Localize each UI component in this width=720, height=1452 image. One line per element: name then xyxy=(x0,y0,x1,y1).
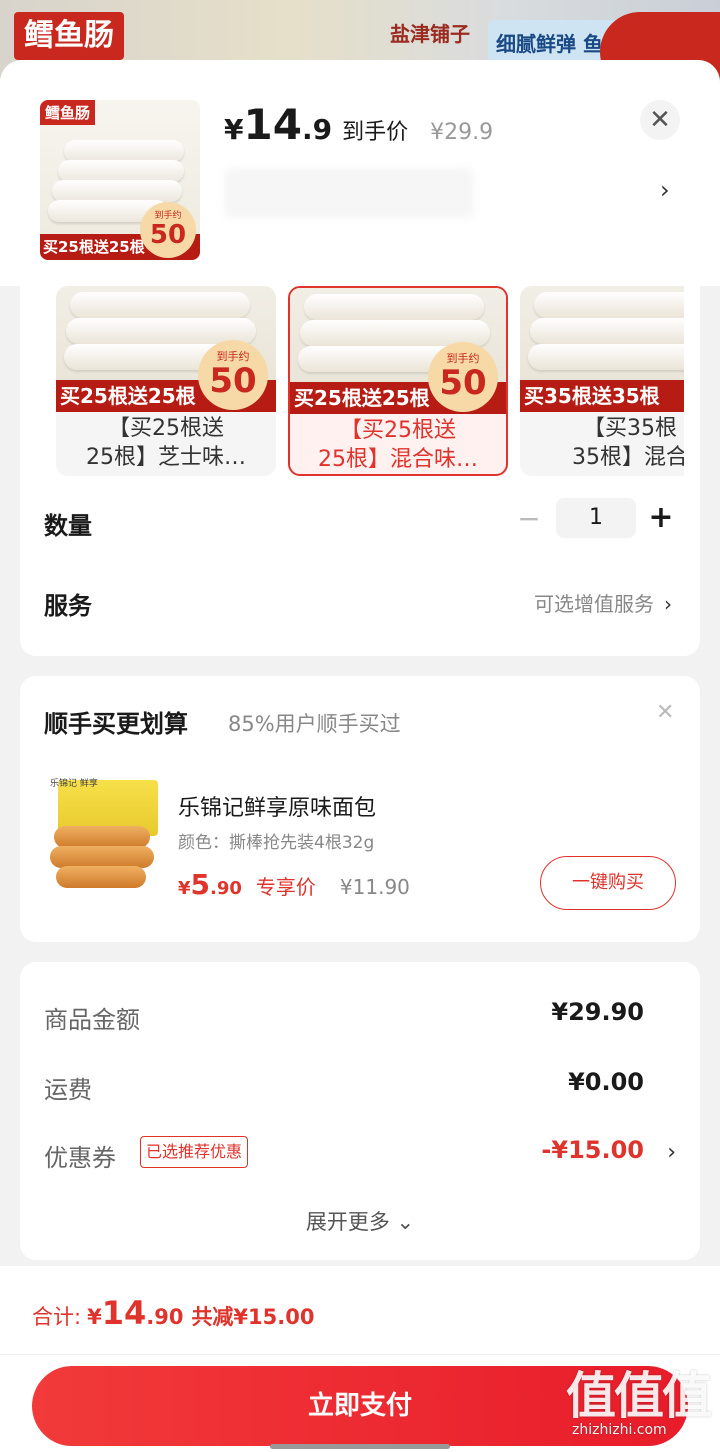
quantity-plus-button[interactable]: + xyxy=(646,500,676,536)
watermark-logo: 值值值 xyxy=(566,1367,712,1425)
sku-option-image: 买35根送35根 xyxy=(520,286,684,412)
divider xyxy=(0,1354,720,1355)
service-selector[interactable]: 可选增值服务 › xyxy=(534,588,672,617)
sku-price-circle: 到手约 50 xyxy=(198,340,268,410)
quantity-label: 数量 xyxy=(44,512,92,540)
sku-option[interactable]: 买35根送35根 【买35根 35根】混合 xyxy=(520,286,684,476)
sku-promo: 买35根送35根 xyxy=(520,380,684,412)
quantity-input[interactable]: 1 xyxy=(556,498,636,538)
purchase-sheet: 鳕鱼肠 买25根送25根 到手约 50 ¥ 14 .9 到手价 ¥29.9 ✕ … xyxy=(0,60,720,1452)
addon-card: 顺手买更划算 85%用户顺手买过 ✕ 乐锦记 鲜享 乐锦记鲜享原味面包 颜色：撕… xyxy=(20,676,700,942)
background-brand-label: 鳕鱼肠 xyxy=(14,12,124,60)
summary-value: ¥0.00 xyxy=(568,1068,644,1096)
sku-option-name: 【买25根送 25根】芝士味… xyxy=(86,416,246,470)
summary-row-shipping: 运费 ¥0.00 xyxy=(44,1066,676,1106)
addon-product-name[interactable]: 乐锦记鲜享原味面包 xyxy=(178,790,376,822)
sku-option-list[interactable]: 买25根送25根 到手约 50 【买25根送 25根】芝士味… 买25根送25根… xyxy=(56,286,684,486)
addon-price-tag: 专享价 xyxy=(255,875,316,899)
thumbnail-circle-value: 50 xyxy=(149,220,187,250)
total-line: 合计: ¥ 14 .90 共减¥15.00 xyxy=(32,1294,314,1332)
summary-value: ¥29.90 xyxy=(551,998,644,1026)
summary-label: 商品金额 xyxy=(44,1006,140,1034)
watermark: 值值值 zhizhizhi.com xyxy=(566,1370,716,1446)
blurred-product-name xyxy=(224,168,474,218)
total-label: 合计: xyxy=(32,1305,82,1329)
total-savings: 共减¥15.00 xyxy=(191,1305,315,1329)
thumbnail-brand: 鳕鱼肠 xyxy=(40,100,96,125)
sheet-header: 鳕鱼肠 买25根送25根 到手约 50 ¥ 14 .9 到手价 ¥29.9 ✕ … xyxy=(0,60,720,286)
addon-original-price: ¥11.90 xyxy=(339,875,410,899)
sku-circle-value: 50 xyxy=(209,361,257,401)
addon-subtitle: 85%用户顺手买过 xyxy=(228,712,401,736)
price-label: 到手价 xyxy=(342,120,409,145)
sku-option[interactable]: 买25根送25根 到手约 50 【买25根送 25根】芝士味… xyxy=(56,286,276,476)
chevron-right-icon: › xyxy=(664,592,672,616)
sku-option-image: 买25根送25根 到手约 50 xyxy=(290,288,506,414)
chevron-right-icon[interactable]: › xyxy=(660,176,670,204)
price-line: ¥ 14 .9 到手价 ¥29.9 xyxy=(224,100,493,150)
summary-value: -¥15.00 xyxy=(541,1136,644,1164)
background-logo: 盐津铺子 xyxy=(390,22,470,46)
service-value: 可选增值服务 xyxy=(534,592,654,616)
sku-circle-value: 50 xyxy=(439,363,487,403)
chevron-right-icon: › xyxy=(667,1140,676,1165)
sku-option-name: 【买35根 35根】混合 xyxy=(572,416,684,470)
one-click-buy-button[interactable]: 一键购买 xyxy=(540,856,676,910)
service-label: 服务 xyxy=(44,592,92,620)
order-summary-card: 商品金额 ¥29.90 运费 ¥0.00 优惠券 已选推荐优惠 -¥15.00 … xyxy=(20,962,700,1260)
addon-image-logo: 乐锦记 鲜享 xyxy=(50,779,98,789)
total-currency: ¥ xyxy=(87,1305,102,1329)
summary-label: 优惠券 xyxy=(44,1144,116,1172)
addon-product-spec: 颜色：撕棒抢先装4根32g xyxy=(178,833,375,853)
total-integer: 14 xyxy=(101,1294,147,1332)
addon-product-image[interactable]: 乐锦记 鲜享 xyxy=(46,774,162,890)
addon-price-line: ¥ 5 .90 专享价 ¥11.90 xyxy=(178,868,410,901)
quantity-minus-button[interactable]: − xyxy=(514,502,544,536)
close-icon[interactable]: ✕ xyxy=(640,100,680,140)
addon-price-decimal: .90 xyxy=(210,878,242,899)
sku-option-image: 买25根送25根 到手约 50 xyxy=(56,286,276,412)
price-integer: 14 xyxy=(243,100,302,149)
thumbnail-price-circle: 到手约 50 xyxy=(140,202,196,258)
addon-price-currency: ¥ xyxy=(178,878,191,899)
original-price: ¥29.9 xyxy=(430,120,494,145)
home-indicator[interactable] xyxy=(270,1444,450,1449)
sku-price-circle: 到手约 50 xyxy=(428,342,498,412)
expand-more-button[interactable]: 展开更多 ⌄ xyxy=(20,1206,700,1236)
options-card: 买25根送25根 到手约 50 【买25根送 25根】芝士味… 买25根送25根… xyxy=(20,240,700,656)
addon-title: 顺手买更划算 xyxy=(44,710,188,738)
price-currency: ¥ xyxy=(224,113,244,146)
addon-price-integer: 5 xyxy=(190,868,211,901)
sku-option-selected[interactable]: 买25根送25根 到手约 50 【买25根送 25根】混合味… xyxy=(288,286,508,476)
summary-label: 运费 xyxy=(44,1076,92,1104)
product-thumbnail[interactable]: 鳕鱼肠 买25根送25根 到手约 50 xyxy=(40,100,200,260)
sku-option-name: 【买25根送 25根】混合味… xyxy=(318,418,478,472)
price-decimal: .9 xyxy=(301,113,333,146)
close-icon[interactable]: ✕ xyxy=(656,700,674,725)
coupon-badge: 已选推荐优惠 xyxy=(140,1136,249,1168)
summary-row-coupon[interactable]: 优惠券 已选推荐优惠 -¥15.00 › xyxy=(44,1134,676,1174)
summary-row-goods-amount: 商品金额 ¥29.90 xyxy=(44,996,676,1036)
total-decimal: .90 xyxy=(146,1305,184,1329)
